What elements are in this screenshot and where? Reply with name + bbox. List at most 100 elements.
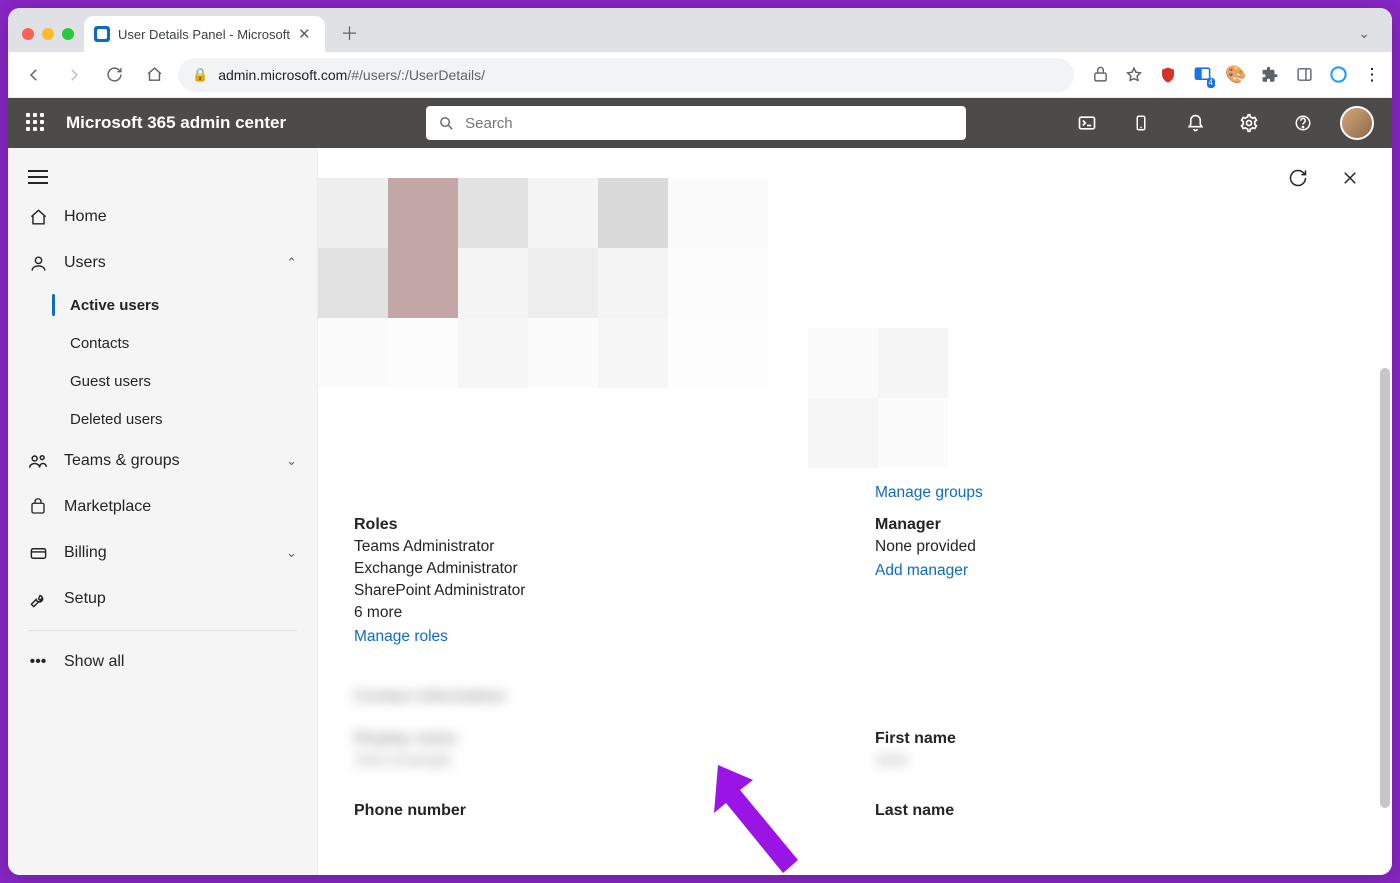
teams-icon	[28, 451, 48, 471]
nav-contacts[interactable]: Contacts	[8, 324, 317, 362]
new-tab-button[interactable]: ＋	[335, 18, 365, 48]
extension-ublock-icon[interactable]	[1158, 65, 1178, 85]
home-button-browser[interactable]	[138, 59, 170, 91]
browser-tab-active[interactable]: User Details Panel - Microsoft ✕	[84, 16, 325, 52]
panel-scrollbar[interactable]	[1380, 148, 1390, 875]
extension-devtools-icon[interactable]: 4	[1192, 65, 1212, 85]
tab-favicon	[94, 26, 110, 42]
redacted-user-header	[318, 178, 768, 388]
help-icon[interactable]	[1286, 106, 1320, 140]
account-avatar[interactable]	[1340, 106, 1374, 140]
nav-show-all[interactable]: ••• Show all	[8, 639, 317, 685]
refresh-button[interactable]	[1286, 166, 1310, 190]
window-minimize-button[interactable]	[42, 28, 54, 40]
search-icon	[438, 115, 455, 132]
ellipsis-icon: •••	[28, 652, 48, 672]
app-title: Microsoft 365 admin center	[66, 113, 286, 133]
tab-title: User Details Panel - Microsoft	[118, 27, 290, 42]
nav-active-users[interactable]: Active users	[8, 286, 317, 324]
window-close-button[interactable]	[22, 28, 34, 40]
wrench-icon	[28, 589, 48, 609]
add-manager-link[interactable]: Add manager	[875, 562, 1356, 580]
chevron-down-icon: ⌄	[286, 453, 297, 469]
nav-collapse-button[interactable]	[8, 156, 317, 194]
extension-misc-icon[interactable]: 🎨	[1226, 65, 1246, 85]
nav-billing-label: Billing	[64, 544, 107, 562]
manage-roles-link[interactable]: Manage roles	[354, 628, 835, 646]
panel-actions	[1286, 166, 1362, 190]
roles-heading: Roles	[354, 516, 835, 534]
search-input[interactable]	[465, 115, 954, 132]
scrollbar-thumb[interactable]	[1380, 368, 1390, 808]
notifications-icon[interactable]	[1178, 106, 1212, 140]
window-zoom-button[interactable]	[62, 28, 74, 40]
chevron-down-icon: ⌄	[286, 545, 297, 561]
last-name-label: Last name	[875, 802, 1356, 820]
bookmark-star-icon[interactable]	[1124, 65, 1144, 85]
display-name-value: John Example	[354, 752, 835, 770]
app-header: Microsoft 365 admin center	[8, 98, 1392, 148]
url-text: admin.microsoft.com/#/users/:/UserDetail…	[218, 67, 485, 83]
mobile-device-icon[interactable]	[1124, 106, 1158, 140]
first-name-value: John	[875, 752, 1356, 770]
nav-divider	[28, 630, 297, 631]
role-item: SharePoint Administrator	[354, 582, 835, 600]
phone-number-label: Phone number	[354, 802, 835, 820]
shell-command-icon[interactable]	[1070, 106, 1104, 140]
extension-swirl-icon[interactable]	[1328, 65, 1348, 85]
manager-heading: Manager	[875, 516, 1356, 534]
app-launcher-icon[interactable]	[26, 113, 46, 133]
nav-show-all-label: Show all	[64, 653, 124, 671]
roles-section: Roles Teams Administrator Exchange Admin…	[354, 510, 835, 646]
side-panel-icon[interactable]	[1294, 65, 1314, 85]
manager-value: None provided	[875, 538, 1356, 556]
back-button[interactable]	[18, 59, 50, 91]
contact-info-heading: Contact information	[354, 688, 835, 706]
manage-groups-link[interactable]: Manage groups	[875, 484, 983, 502]
tabs-overflow-button[interactable]: ⌄	[1358, 25, 1382, 52]
nav-setup-label: Setup	[64, 590, 106, 608]
nav-teams-groups[interactable]: Teams & groups ⌄	[8, 438, 317, 484]
browser-menu-icon[interactable]: ⋮	[1362, 65, 1382, 85]
settings-gear-icon[interactable]	[1232, 106, 1266, 140]
address-bar[interactable]: 🔒 admin.microsoft.com/#/users/:/UserDeta…	[178, 58, 1074, 92]
left-navigation: Home Users ⌃ Active users Contacts Guest…	[8, 148, 318, 875]
nav-setup[interactable]: Setup	[8, 576, 317, 622]
nav-users[interactable]: Users ⌃	[8, 240, 317, 286]
extensions-puzzle-icon[interactable]	[1260, 65, 1280, 85]
role-item: Teams Administrator	[354, 538, 835, 556]
browser-toolbar: 🔒 admin.microsoft.com/#/users/:/UserDeta…	[8, 52, 1392, 98]
nav-billing[interactable]: Billing ⌄	[8, 530, 317, 576]
nav-home[interactable]: Home	[8, 194, 317, 240]
forward-button[interactable]	[58, 59, 90, 91]
bag-icon	[28, 497, 48, 517]
close-panel-button[interactable]	[1338, 166, 1362, 190]
global-search[interactable]	[426, 106, 966, 140]
extension-badge: 4	[1207, 78, 1215, 88]
nav-marketplace-label: Marketplace	[64, 498, 151, 516]
window-controls	[18, 28, 84, 52]
app-body: Home Users ⌃ Active users Contacts Guest…	[8, 148, 1392, 875]
roles-more-count: 6 more	[354, 604, 835, 622]
first-name-label: First name	[875, 730, 1356, 748]
browser-window: User Details Panel - Microsoft ✕ ＋ ⌄ 🔒 a…	[8, 8, 1392, 875]
share-icon[interactable]	[1090, 65, 1110, 85]
tab-close-button[interactable]: ✕	[298, 27, 311, 42]
nav-marketplace[interactable]: Marketplace	[8, 484, 317, 530]
home-icon	[28, 207, 48, 227]
user-icon	[28, 253, 48, 273]
browser-actions: 4 🎨 ⋮	[1082, 65, 1382, 85]
nav-home-label: Home	[64, 208, 107, 226]
role-item: Exchange Administrator	[354, 560, 835, 578]
chevron-up-icon: ⌃	[286, 255, 297, 271]
nav-guest-users[interactable]: Guest users	[8, 362, 317, 400]
reload-button[interactable]	[98, 59, 130, 91]
nav-deleted-users[interactable]: Deleted users	[8, 400, 317, 438]
nav-users-label: Users	[64, 254, 106, 272]
redacted-sideblock	[808, 328, 948, 468]
lock-icon: 🔒	[192, 67, 208, 83]
user-details-panel: Manage groups Roles Teams Administrator …	[318, 148, 1392, 875]
manager-section: Manager None provided Add manager	[875, 510, 1356, 646]
browser-tabstrip: User Details Panel - Microsoft ✕ ＋ ⌄	[8, 8, 1392, 52]
display-name-label: Display name	[354, 730, 835, 748]
